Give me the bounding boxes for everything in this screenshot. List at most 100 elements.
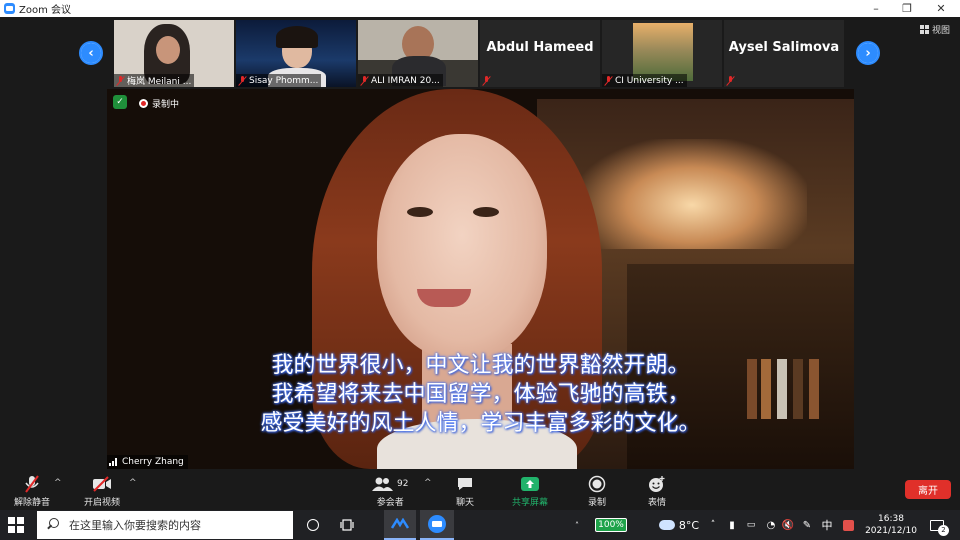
participant-face [156, 36, 180, 64]
taskbar-search-box[interactable]: 在这里输入你要搜索的内容 [37, 511, 293, 539]
participants-options-caret-icon[interactable]: ^ [424, 478, 432, 488]
microphone-tray-icon[interactable]: ▮ [724, 510, 740, 540]
record-button[interactable]: 录制 [588, 474, 606, 508]
speaker-face [377, 134, 547, 359]
participant-tile[interactable]: Sisay Phomm... [236, 20, 356, 87]
cloud-icon [658, 520, 675, 530]
clock-date: 2021/12/10 [865, 526, 917, 536]
participant-tile[interactable]: ALI IMRAN 20... [358, 20, 478, 87]
participant-tile[interactable]: Abdul Hameed [480, 20, 600, 87]
speaker-name-bar: Cherry Zhang [107, 455, 188, 469]
muted-mic-icon [24, 474, 40, 494]
participant-name-bar [724, 74, 740, 87]
active-speaker-video: ✓ 录制中 我的世界很小，中文让我的世界豁然开朗。 我希望将来去中国留学，体验飞… [107, 89, 854, 469]
unmute-button[interactable]: 解除静音 [14, 474, 50, 508]
zoom-logo-icon [4, 3, 15, 14]
participant-name: Sisay Phomm... [249, 75, 319, 86]
battery-indicator[interactable]: 100% [588, 510, 634, 540]
taskbar-clock[interactable]: 16:38 2021/12/10 [860, 510, 922, 540]
view-label: 视图 [931, 26, 950, 36]
restore-button[interactable]: ❐ [890, 0, 924, 17]
notification-center-icon[interactable]: 2 [926, 510, 949, 540]
minimize-button[interactable]: – [859, 0, 893, 17]
share-screen-label: 共享屏幕 [512, 498, 549, 508]
start-video-button[interactable]: 开启视频 [84, 474, 120, 508]
recording-label: 录制中 [152, 100, 180, 110]
recording-dot-icon [139, 99, 148, 108]
start-video-label: 开启视频 [84, 498, 121, 508]
muted-mic-icon [360, 75, 369, 86]
chevron-left-icon: ‹ [81, 43, 101, 63]
reactions-button[interactable]: 表情 [648, 474, 666, 508]
windows-start-icon[interactable] [8, 517, 24, 533]
meeting-toolbar: 解除静音 ^ 开启视频 ^ 92 参会者 ^ 聊天 共享屏幕 录制 表情 [0, 470, 960, 510]
leave-meeting-button[interactable]: 离开 [905, 480, 951, 499]
background-lights [577, 139, 807, 249]
participant-tile[interactable]: CI University ... [602, 20, 722, 87]
muted-mic-icon [604, 75, 613, 86]
participant-hair [276, 26, 318, 48]
subtitle-line: 感受美好的风土人情，学习丰富多彩的文化。 [260, 411, 701, 436]
ime-indicator[interactable]: 中 [818, 510, 836, 540]
record-icon [588, 474, 606, 494]
participants-icon: 92 [372, 474, 408, 494]
weather-temperature: 8°C [678, 518, 700, 532]
muted-mic-icon [726, 75, 735, 86]
participant-name-bar: ALI IMRAN 20... [358, 74, 443, 87]
participant-display-name: Abdul Hameed [486, 39, 594, 55]
volume-muted-icon[interactable]: 🔇 [780, 510, 796, 540]
reactions-label: 表情 [648, 498, 667, 508]
weather-widget[interactable]: 8°C [654, 510, 704, 540]
meeting-area: 视图 ‹ › 梅岚 Meilani ... Sisay Phomm... ALI… [0, 17, 960, 470]
strip-next-button[interactable]: › [856, 41, 880, 65]
wifi-icon[interactable]: ◔ [762, 510, 780, 540]
subtitle-line: 我的世界很小，中文让我的世界豁然开朗。 [271, 353, 690, 378]
chat-label: 聊天 [456, 498, 475, 508]
participant-name: ALI IMRAN 20... [371, 75, 440, 86]
window-titlebar: Zoom 会议 [0, 0, 960, 17]
participant-name-bar [480, 74, 496, 87]
muted-mic-icon [482, 75, 491, 86]
audio-options-caret-icon[interactable]: ^ [54, 478, 62, 488]
participant-name: 梅岚 Meilani ... [127, 77, 192, 87]
recording-indicator: 录制中 [139, 97, 179, 110]
taskbar-app-zoom-icon[interactable] [420, 510, 454, 540]
share-screen-icon [520, 474, 540, 494]
speaker-eye [473, 207, 499, 217]
notification-count: 2 [938, 524, 949, 536]
search-icon [45, 517, 61, 533]
video-off-icon [92, 474, 112, 494]
cortana-icon[interactable] [302, 510, 324, 540]
participants-button[interactable]: 92 参会者 [372, 474, 408, 508]
task-view-icon[interactable] [336, 510, 358, 540]
speaker-eye [407, 207, 433, 217]
grid-view-icon [919, 25, 929, 34]
unmute-label: 解除静音 [14, 498, 51, 508]
chat-button[interactable]: 聊天 [456, 474, 474, 508]
subtitle-line: 我希望将来去中国留学，体验飞驰的高铁， [271, 382, 690, 407]
participants-label: 参会者 [376, 498, 404, 508]
participant-avatar-image [633, 23, 693, 81]
close-button[interactable]: ✕ [924, 0, 958, 17]
pen-icon[interactable]: ✎ [798, 510, 816, 540]
signal-strength-icon [109, 458, 119, 466]
tray-scroll-icon[interactable]: ˄ [570, 510, 584, 540]
view-button[interactable]: 视图 [919, 23, 950, 36]
participants-count: 92 [397, 479, 409, 489]
share-screen-button[interactable]: 共享屏幕 [512, 474, 548, 508]
video-options-caret-icon[interactable]: ^ [129, 478, 137, 488]
taskbar-search-placeholder: 在这里输入你要搜索的内容 [69, 519, 201, 532]
battery-percent: 100% [595, 518, 627, 532]
muted-mic-icon [116, 75, 125, 86]
battery-tray-icon[interactable]: ▭ [742, 510, 760, 540]
participant-tile[interactable]: Aysel Salimova [724, 20, 844, 87]
participant-tile[interactable]: 梅岚 Meilani ... [114, 20, 234, 87]
participant-name-bar: 梅岚 Meilani ... [114, 74, 195, 87]
show-hidden-icons-icon[interactable]: ˄ [706, 510, 720, 540]
taskbar-app-meeting-icon[interactable] [384, 510, 416, 540]
participant-name-bar: Sisay Phomm... [236, 74, 322, 87]
input-method-icon[interactable] [840, 510, 856, 540]
participant-name-bar: CI University ... [602, 74, 687, 87]
strip-prev-button[interactable]: ‹ [79, 41, 103, 65]
security-shield-icon[interactable]: ✓ [113, 95, 127, 109]
